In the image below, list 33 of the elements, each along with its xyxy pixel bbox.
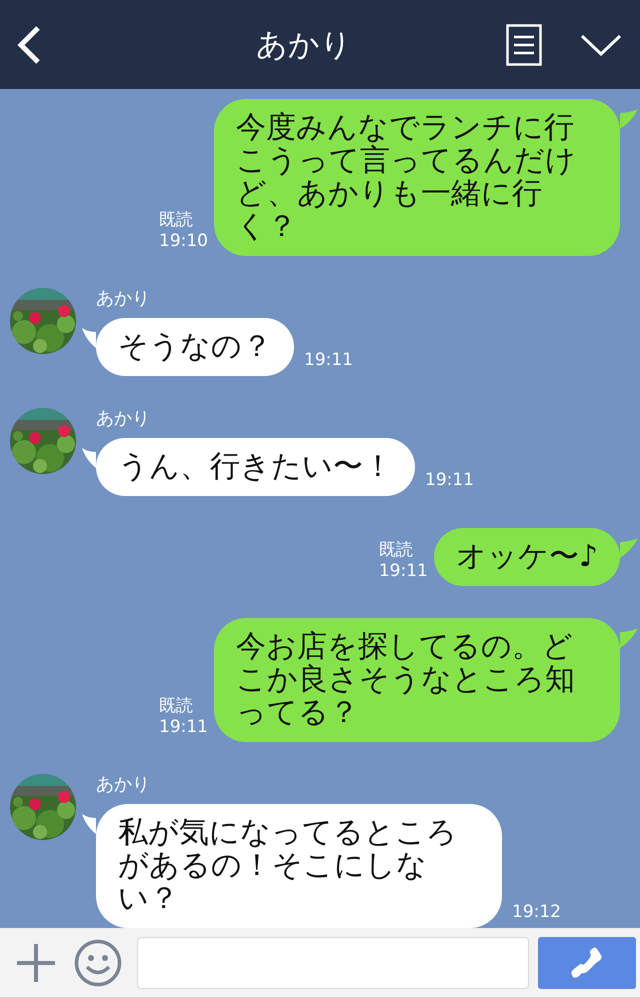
message-time: 19:11 xyxy=(425,470,474,490)
message-bubble: 今度みんなでランチに行こうって言ってるんだけど、あかりも一緒に行く？ xyxy=(214,99,620,256)
message-time: 19:12 xyxy=(512,902,561,922)
read-label: 既読 xyxy=(159,696,194,718)
bubble-tail xyxy=(620,628,638,648)
smiley-icon[interactable] xyxy=(74,938,122,987)
plus-icon[interactable] xyxy=(15,942,57,984)
bubble-tail xyxy=(620,109,638,130)
bubble-tail xyxy=(620,538,638,558)
sender-name: あかり xyxy=(96,408,151,430)
message-bubble: 今お店を探してるの。どこか良さそうなところ知ってる？ xyxy=(214,618,620,742)
bubble-tail xyxy=(82,814,96,834)
message-time: 19:10 xyxy=(159,231,208,252)
message-bubble: そうなの？ xyxy=(96,318,294,376)
menu-icon[interactable] xyxy=(506,24,542,66)
chevron-down-icon[interactable] xyxy=(580,32,622,57)
call-button[interactable] xyxy=(538,936,636,989)
message-time: 19:11 xyxy=(378,561,428,582)
sender-name: あかり xyxy=(96,774,151,796)
message-bubble: うん、行きたい〜！ xyxy=(96,438,415,496)
bubble-tail xyxy=(82,328,96,348)
back-icon[interactable] xyxy=(16,24,42,65)
read-label: 既読 xyxy=(378,540,414,562)
chat-title: あかり xyxy=(255,26,353,65)
message-input[interactable] xyxy=(137,936,529,989)
message-bubble: オッケ〜♪ xyxy=(434,528,620,586)
read-label: 既読 xyxy=(159,210,194,232)
sender-name: あかり xyxy=(96,288,151,310)
phone-icon xyxy=(570,946,604,980)
message-bubble: 私が気になってるところがあるの！そこにしない？ xyxy=(96,804,502,928)
message-time: 19:11 xyxy=(159,717,208,738)
bubble-tail xyxy=(82,448,96,468)
message-time: 19:11 xyxy=(304,350,353,370)
